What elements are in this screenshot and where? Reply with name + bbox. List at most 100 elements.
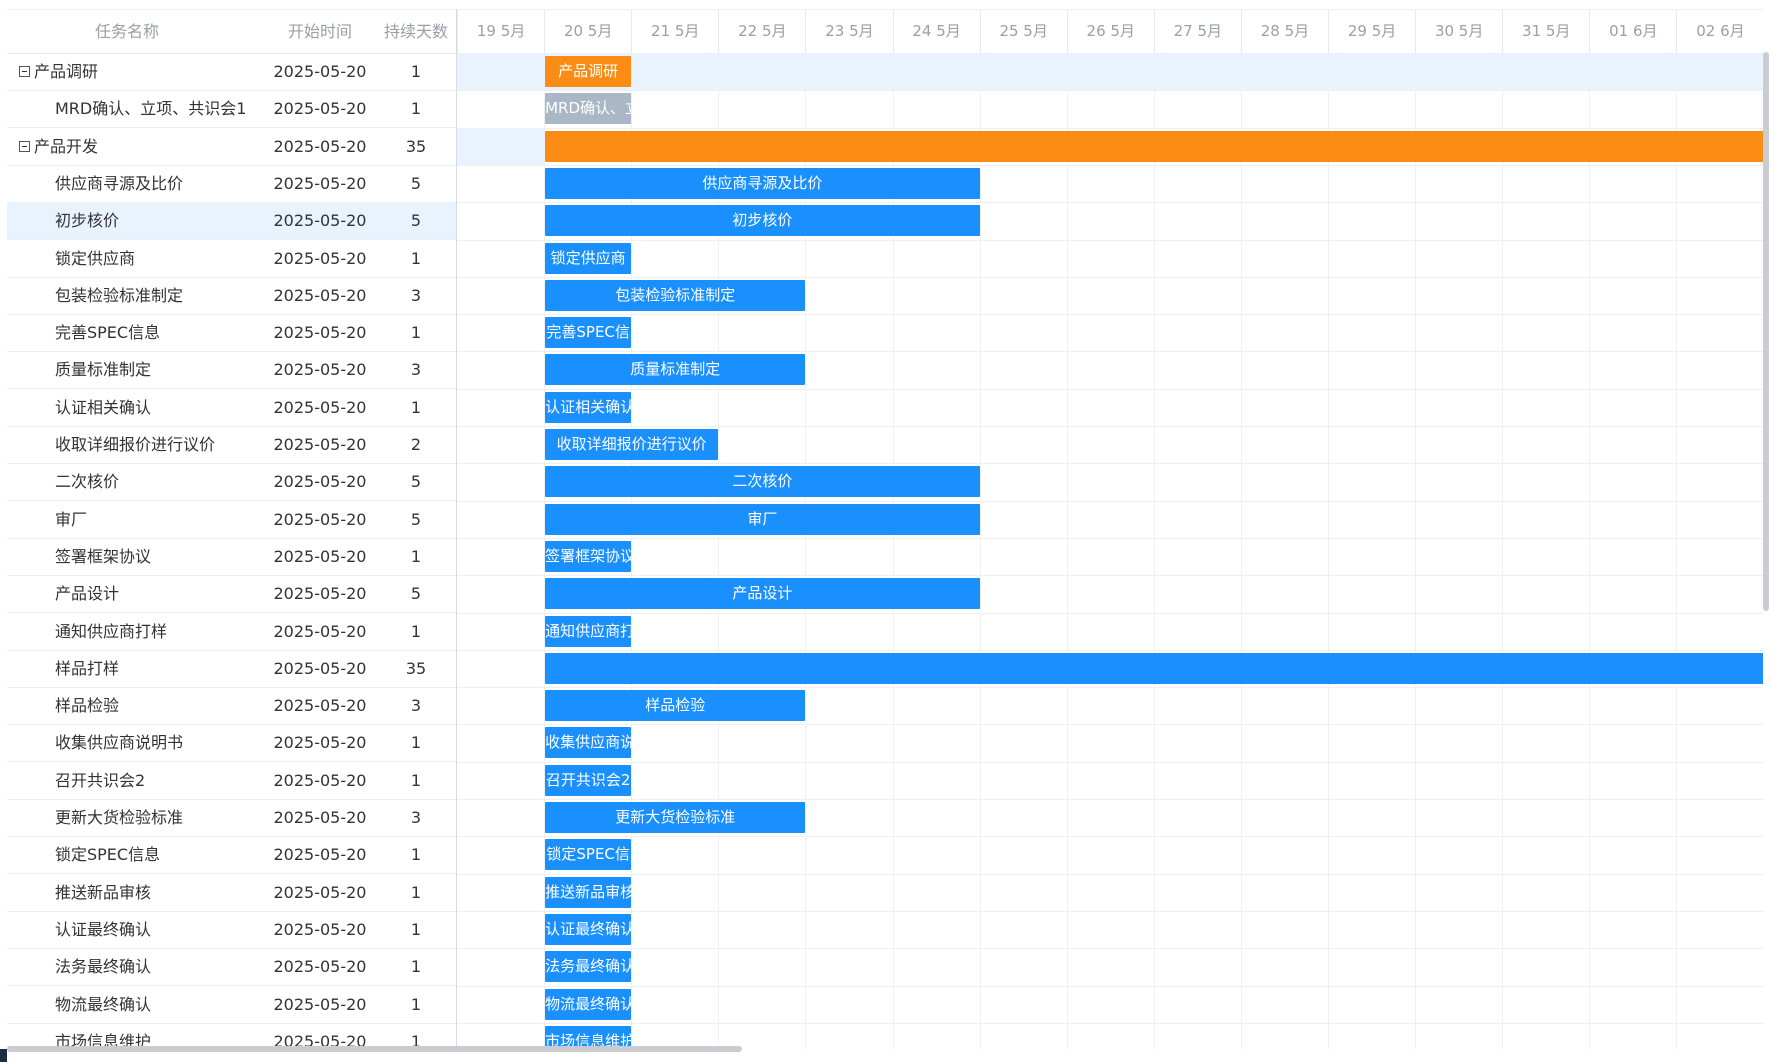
task-row[interactable]: MRD确认、立项、共识会1 2025-05-20 1 xyxy=(7,90,457,129)
column-header-duration[interactable]: 持续天数 xyxy=(375,10,457,53)
task-row[interactable]: 样品打样 2025-05-20 35 xyxy=(7,650,457,688)
task-row[interactable]: 质量标准制定 2025-05-20 3 xyxy=(7,351,457,390)
task-duration-cell: 5 xyxy=(410,173,422,193)
task-bar[interactable]: 完善SPEC信 xyxy=(545,317,632,349)
task-row[interactable]: 产品开发 2025-05-20 35 xyxy=(7,128,457,166)
task-bar[interactable]: 认证相关确认 xyxy=(545,391,632,423)
task-name-cell: 认证最终确认 xyxy=(55,911,295,948)
task-row[interactable]: 召开共识会2 2025-05-20 1 xyxy=(7,762,457,800)
task-bar[interactable]: 审厂 xyxy=(545,503,980,535)
date-scale-cell: 21 5月 xyxy=(631,10,718,53)
task-name: 收集供应商说明书 xyxy=(55,733,184,753)
task-row[interactable]: 推送新品审核 2025-05-20 1 xyxy=(7,874,457,912)
task-name-cell: 推送新品审核 xyxy=(55,874,295,911)
task-name: 审厂 xyxy=(55,509,88,529)
row-gridline xyxy=(457,687,1763,689)
task-name-cell: MRD确认、立项、共识会1 xyxy=(55,90,295,127)
task-name: 法务最终确认 xyxy=(55,957,152,977)
task-duration-cell: 1 xyxy=(410,957,422,977)
task-name: 产品设计 xyxy=(55,584,120,604)
task-duration-cell: 5 xyxy=(410,584,422,604)
task-start-cell: 2025-05-20 xyxy=(273,435,367,454)
task-bar[interactable]: 物流最终确认 xyxy=(545,988,632,1020)
row-gridline xyxy=(457,575,1763,577)
task-duration-cell: 5 xyxy=(410,509,422,529)
task-duration-cell: 1 xyxy=(410,62,422,81)
task-bar[interactable]: 收取详细报价进行议价 xyxy=(545,429,719,460)
row-highlight xyxy=(457,127,545,165)
task-row[interactable]: 初步核价 2025-05-20 5 xyxy=(7,202,457,241)
column-header-start-time[interactable]: 开始时间 xyxy=(265,10,375,53)
horizontal-scrollbar[interactable] xyxy=(7,1046,742,1052)
task-bar[interactable]: 法务最终确认 xyxy=(545,951,632,983)
row-gridline xyxy=(457,910,1763,912)
task-name-cell: 物流最终确认 xyxy=(55,986,295,1023)
task-row[interactable]: 完善SPEC信息 2025-05-20 1 xyxy=(7,314,457,353)
task-name: 物流最终确认 xyxy=(55,994,152,1014)
task-bar[interactable]: 初步核价 xyxy=(545,205,980,237)
task-bar[interactable]: 产品设计 xyxy=(545,578,980,610)
task-start-cell: 2025-05-20 xyxy=(273,62,367,81)
task-row[interactable]: 收集供应商说明书 2025-05-20 1 xyxy=(7,724,457,763)
task-bar[interactable]: 供应商寻源及比价 xyxy=(545,167,980,199)
task-row[interactable]: 签署框架协议 2025-05-20 1 xyxy=(7,538,457,576)
task-name-cell: 二次核价 xyxy=(55,463,295,500)
task-row[interactable]: 供应商寻源及比价 2025-05-20 5 xyxy=(7,165,457,203)
task-row[interactable]: 锁定SPEC信息 2025-05-20 1 xyxy=(7,836,457,875)
task-bar[interactable]: 签署框架协议 xyxy=(545,540,632,572)
task-start-cell: 2025-05-20 xyxy=(273,919,367,939)
task-duration-cell: 5 xyxy=(410,211,422,231)
task-row[interactable]: 物流最终确认 2025-05-20 1 xyxy=(7,986,457,1024)
task-bar[interactable]: 锁定供应商 xyxy=(545,242,632,274)
task-row[interactable]: 收取详细报价进行议价 2025-05-20 2 xyxy=(7,426,457,464)
task-row[interactable]: 通知供应商打样 2025-05-20 1 xyxy=(7,613,457,651)
task-bar[interactable]: 推送新品审核 xyxy=(545,876,632,908)
task-name: 收取详细报价进行议价 xyxy=(55,435,216,454)
task-row[interactable]: 锁定供应商 2025-05-20 1 xyxy=(7,240,457,278)
task-bar[interactable]: 通知供应商打 xyxy=(545,615,632,647)
task-row[interactable]: 认证最终确认 2025-05-20 1 xyxy=(7,911,457,949)
task-duration-cell: 2 xyxy=(410,435,422,454)
task-bar[interactable]: 包装检验标准制定 xyxy=(545,279,806,311)
task-bar[interactable] xyxy=(545,130,1763,162)
task-bar[interactable] xyxy=(545,652,1763,684)
vertical-scrollbar[interactable] xyxy=(1763,52,1769,611)
task-row[interactable]: 认证相关确认 2025-05-20 1 xyxy=(7,389,457,427)
task-row[interactable]: 包装检验标准制定 2025-05-20 3 xyxy=(7,277,457,315)
task-bar[interactable]: 更新大货检验标准 xyxy=(545,802,806,833)
window-corner xyxy=(0,1049,7,1062)
date-scale-cell: 26 5月 xyxy=(1066,10,1154,53)
task-start-cell: 2025-05-20 xyxy=(273,696,367,716)
task-name: 认证最终确认 xyxy=(55,919,152,939)
task-duration-cell: 3 xyxy=(410,696,422,716)
task-name: 完善SPEC信息 xyxy=(55,323,161,343)
task-row[interactable]: 二次核价 2025-05-20 5 xyxy=(7,463,457,502)
task-bar[interactable]: 二次核价 xyxy=(545,466,980,498)
task-bar[interactable]: 锁定SPEC信 xyxy=(545,839,632,871)
row-gridline xyxy=(457,836,1763,838)
task-bar[interactable]: 产品调研 xyxy=(545,56,632,87)
task-row[interactable]: 更新大货检验标准 2025-05-20 3 xyxy=(7,799,457,837)
task-bar[interactable]: 收集供应商说 xyxy=(545,727,632,759)
task-row[interactable]: 审厂 2025-05-20 5 xyxy=(7,501,457,539)
task-row[interactable]: 法务最终确认 2025-05-20 1 xyxy=(7,948,457,987)
task-row[interactable]: 样品检验 2025-05-20 3 xyxy=(7,687,457,726)
task-bar[interactable]: MRD确认、立 xyxy=(545,93,632,125)
task-start-cell: 2025-05-20 xyxy=(273,957,367,977)
task-bar[interactable]: 召开共识会2 xyxy=(545,764,632,796)
task-duration-cell: 1 xyxy=(410,882,422,902)
task-name-cell: 收集供应商说明书 xyxy=(55,724,295,761)
row-gridline xyxy=(457,463,1763,465)
task-name: 质量标准制定 xyxy=(55,360,152,380)
task-name: MRD确认、立项、共识会1 xyxy=(55,99,247,119)
task-bar[interactable]: 质量标准制定 xyxy=(545,354,806,386)
collapse-toggle-icon[interactable] xyxy=(19,140,30,152)
column-header-task-name[interactable]: 任务名称 xyxy=(7,10,247,53)
task-bar[interactable]: 样品检验 xyxy=(545,690,806,722)
task-row[interactable]: 产品设计 2025-05-20 5 xyxy=(7,575,457,614)
task-start-cell: 2025-05-20 xyxy=(273,397,367,417)
date-scale-cell: 31 5月 xyxy=(1502,10,1589,53)
collapse-toggle-icon[interactable] xyxy=(19,66,30,77)
task-bar[interactable]: 认证最终确认 xyxy=(545,913,632,945)
task-row[interactable]: 产品调研 2025-05-20 1 xyxy=(7,53,457,91)
